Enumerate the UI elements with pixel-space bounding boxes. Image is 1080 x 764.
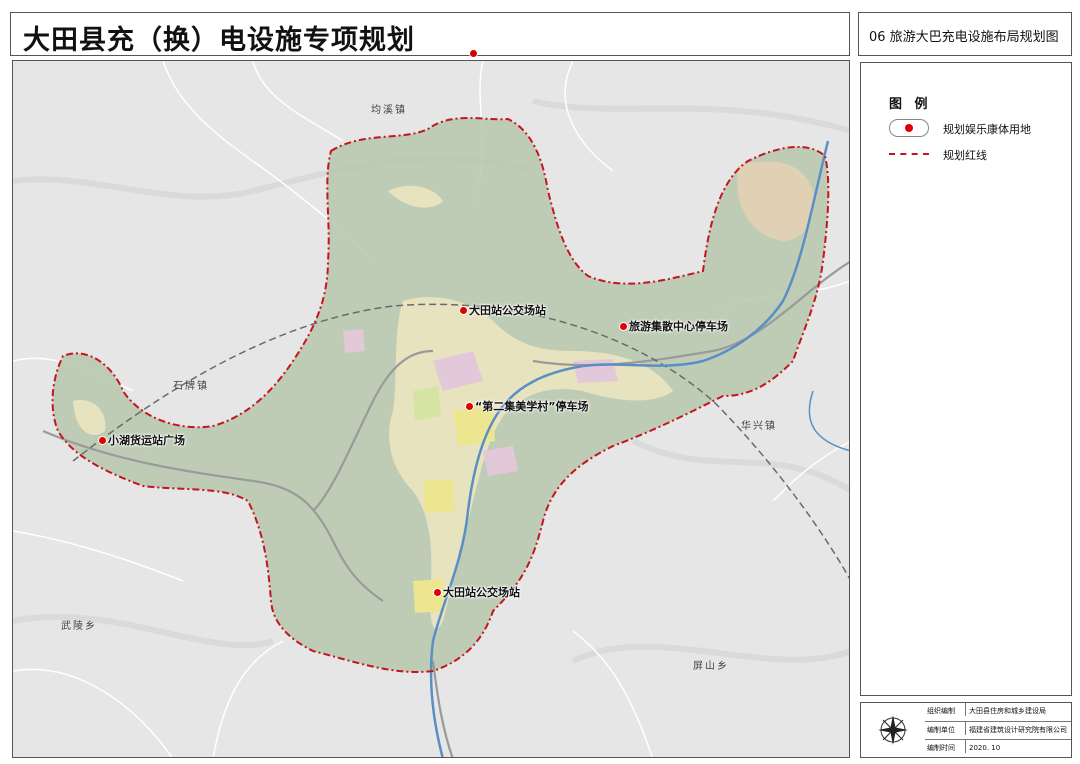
info-row-organizer: 组织编制 大田县住房和城乡建设局 [925,703,1071,720]
info-key: 组织编制 [927,703,966,716]
town-label-wuling: 武陵乡 [61,621,97,632]
site-label: “第二集美学村”停车场 [475,400,589,413]
red-dot-marker-icon [889,119,929,137]
title-pin-marker [469,49,478,58]
legend-panel: 图 例 规划娱乐康体用地 规划红线 [860,62,1072,696]
legend-item-planning-boundary: 规划红线 [889,145,1069,163]
site-label: 旅游集散中心停车场 [629,320,728,333]
site-dot-icon [459,306,468,315]
legend-item-recreation-land: 规划娱乐康体用地 [889,119,1069,137]
town-label-pingshan: 屏山乡 [693,661,729,672]
site-dot-icon [465,402,474,411]
sheet-title: 06 旅游大巴充电设施布局规划图 [869,30,1059,45]
map-canvas[interactable]: 均溪镇 石牌镇 华兴镇 武陵乡 屏山乡 大田站公交场站 旅游集散中心停车场 “第… [12,60,850,758]
site-dot-icon [98,436,107,445]
info-key: 编制时间 [927,740,966,753]
map-title: 大田县充（换）电设施专项规划 [23,25,415,56]
info-value: 大田县住房和城乡建设局 [969,707,1046,715]
info-value: 2020. 10 [969,744,1001,752]
town-label-huaxing: 华兴镇 [741,421,777,432]
site-dot-icon [619,322,628,331]
info-value: 福建省建筑设计研究院有限公司 [969,726,1067,734]
town-label-shipai: 石牌镇 [173,381,209,392]
legend-item-label: 规划红线 [943,149,987,162]
info-row-date: 编制时间 2020. 10 [925,739,1071,757]
north-arrow-icon [878,715,908,745]
map-svg [13,61,849,757]
title-bar: 大田县充（换）电设施专项规划 [10,12,850,58]
info-row-designer: 编制单位 福建省建筑设计研究院有限公司 [925,721,1071,739]
site-label: 大田站公交场站 [469,304,546,317]
title-block: 组织编制 大田县住房和城乡建设局 编制单位 福建省建筑设计研究院有限公司 编制时… [860,702,1072,758]
sheet-title-bar: 06 旅游大巴充电设施布局规划图 [858,12,1072,56]
legend-item-label: 规划娱乐康体用地 [943,123,1031,136]
legend-title: 图 例 [889,97,932,112]
site-label: 小湖货运站广场 [108,434,185,447]
info-key: 编制单位 [927,722,966,735]
town-label-junxi: 均溪镇 [371,105,407,116]
dash-dot-line-icon [889,145,929,163]
site-dot-icon [433,588,442,597]
site-label: 大田站公交场站 [443,586,520,599]
